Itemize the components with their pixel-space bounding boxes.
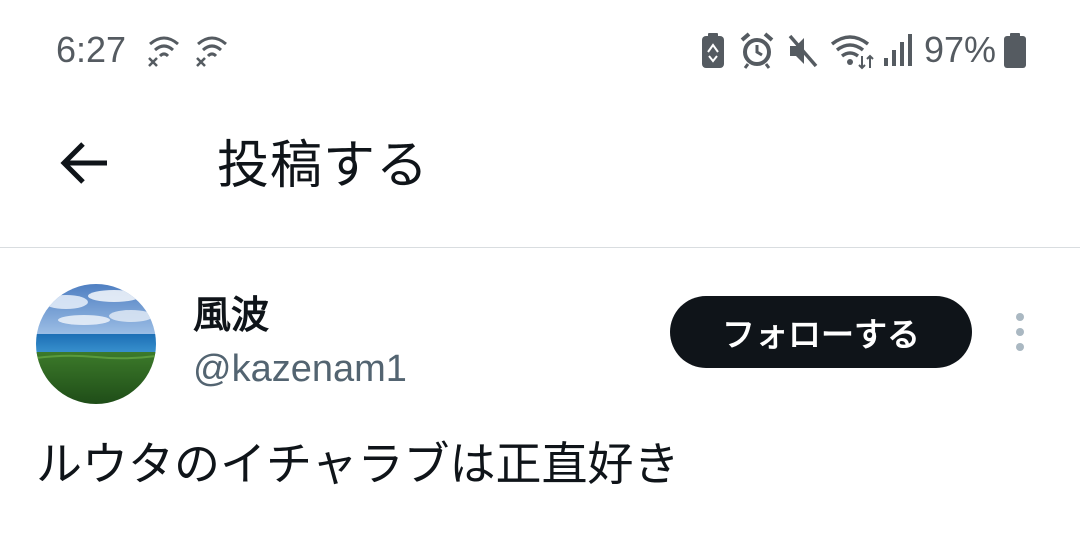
wifi-off-icon (194, 32, 230, 70)
more-options-button[interactable] (1000, 306, 1040, 362)
battery-icon (1002, 32, 1028, 70)
back-button[interactable] (50, 130, 120, 200)
battery-saver-icon (700, 32, 726, 70)
battery-percent: 97% (924, 29, 997, 70)
status-time: 6:27 (56, 29, 127, 70)
top-app-bar: 投稿する (0, 100, 1080, 248)
author-handle[interactable]: @kazenam1 (193, 344, 407, 394)
follow-button[interactable]: フォローする (670, 296, 972, 368)
wifi-off-icon (146, 32, 182, 70)
mute-icon (786, 32, 820, 70)
page-title: 投稿する (217, 136, 430, 196)
alarm-icon (740, 32, 774, 70)
signal-icon (882, 32, 914, 70)
avatar[interactable] (36, 284, 156, 404)
wifi-data-icon (830, 32, 876, 70)
post-text: ルウタのイチャラブは正直好き (36, 437, 680, 491)
more-vertical-icon (1014, 312, 1026, 356)
status-bar: 6:27 97% (0, 0, 1080, 100)
back-arrow-icon (57, 139, 113, 191)
author-display-name[interactable]: 風波 (193, 290, 269, 340)
